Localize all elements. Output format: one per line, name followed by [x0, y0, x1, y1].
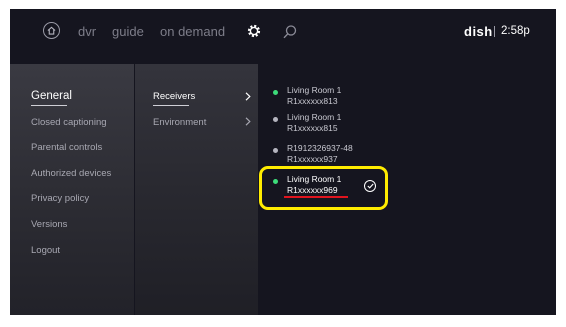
menu-item-general[interactable]: General [31, 90, 72, 106]
nav-dvr[interactable]: dvr [78, 24, 96, 39]
receiver-id: R1xxxxxx815 [287, 122, 338, 133]
menu-item-closed-captioning[interactable]: Closed captioning [31, 117, 107, 128]
nav-guide[interactable]: guide [112, 24, 144, 39]
menu-item-authorized-devices[interactable]: Authorized devices [31, 168, 111, 179]
receiver-text: R1912326937-48 R1xxxxxx937 [287, 143, 353, 164]
menu-item-parental-controls[interactable]: Parental controls [31, 142, 102, 153]
menu-item-privacy-policy[interactable]: Privacy policy [31, 193, 89, 204]
annotation-underline [284, 196, 348, 198]
general-submenu: Receivers Environment [135, 64, 258, 315]
menu-item-logout[interactable]: Logout [31, 245, 60, 256]
submenu-item-label: Receivers [153, 91, 196, 102]
chevron-right-icon [245, 92, 251, 101]
receiver-id: R1xxxxxx937 [287, 153, 338, 164]
receiver-name: Living Room 1 [287, 85, 342, 95]
menu-item-label: Parental controls [31, 142, 103, 153]
status-dot-offline [273, 148, 278, 153]
selection-highlight-box [259, 166, 388, 210]
menu-item-versions[interactable]: Versions [31, 219, 67, 230]
tv-screen: dvr guide on demand dish 2:58p General C… [10, 9, 556, 315]
submenu-item-label: Environment [153, 117, 207, 128]
chevron-right-icon [245, 117, 251, 126]
home-icon [47, 26, 56, 35]
submenu-item-receivers[interactable]: Receivers [153, 91, 196, 106]
home-button[interactable] [43, 22, 60, 39]
dish-logo: dish [464, 24, 493, 39]
menu-item-label: Versions [31, 219, 68, 230]
menu-item-label: General [31, 90, 72, 102]
topbar-divider [494, 26, 495, 37]
settings-menu: General Closed captioning Parental contr… [10, 64, 134, 315]
status-dot-online [273, 90, 278, 95]
top-navigation-bar: dvr guide on demand dish 2:58p [10, 9, 556, 55]
receiver-id: R1xxxxxx813 [287, 95, 338, 106]
active-underline [153, 105, 189, 106]
gear-icon[interactable] [246, 23, 262, 39]
submenu-item-environment[interactable]: Environment [153, 117, 206, 128]
menu-item-label: Closed captioning [31, 117, 107, 128]
status-dot-offline [273, 117, 278, 122]
receiver-name: Living Room 1 [287, 112, 342, 122]
active-underline [31, 105, 67, 106]
clock-time: 2:58p [501, 25, 530, 37]
menu-item-label: Authorized devices [31, 168, 112, 179]
receiver-text: Living Room 1 R1xxxxxx815 [287, 112, 341, 133]
receiver-text: Living Room 1 R1xxxxxx813 [287, 85, 341, 106]
nav-on-demand[interactable]: on demand [160, 24, 225, 39]
menu-item-label: Logout [31, 245, 61, 256]
menu-item-label: Privacy policy [31, 193, 90, 204]
search-icon[interactable] [282, 24, 298, 40]
receiver-name: R1912326937-48 [287, 143, 353, 153]
